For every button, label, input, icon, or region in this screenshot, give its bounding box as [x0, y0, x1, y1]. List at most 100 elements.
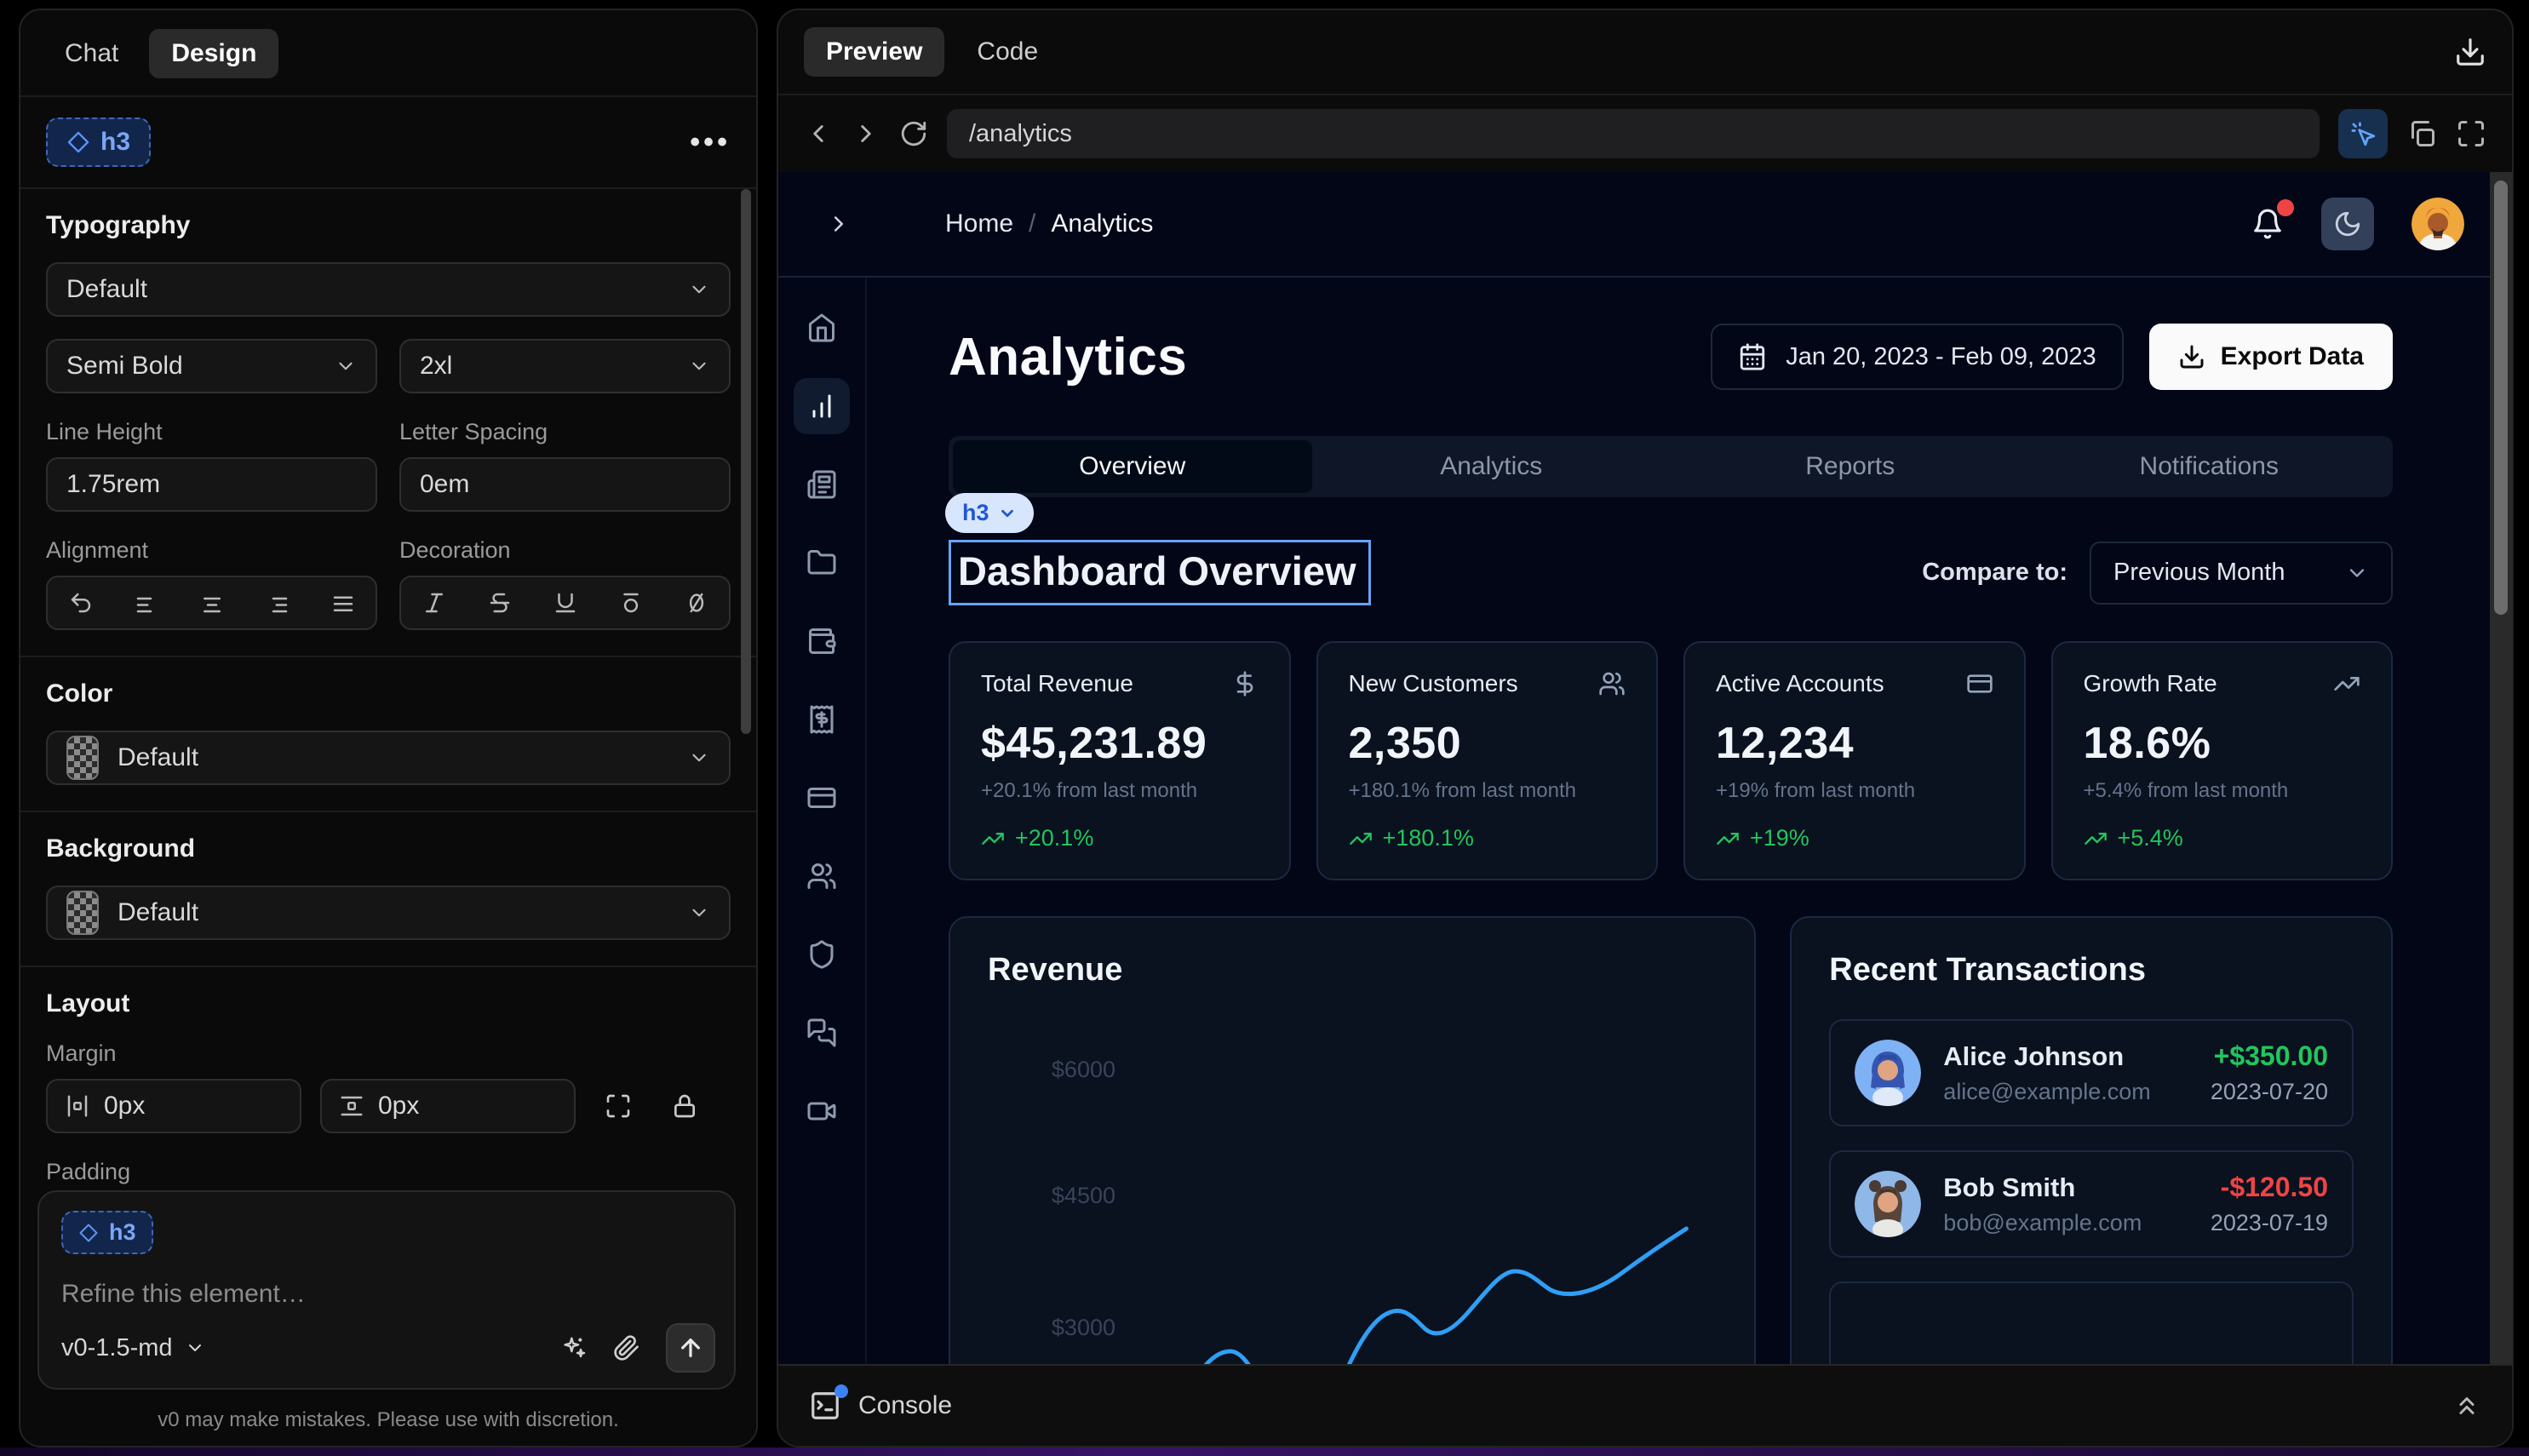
sidebar-home-icon[interactable]: [794, 300, 850, 356]
chevron-down-icon: [688, 747, 710, 769]
sparkles-icon[interactable]: [560, 1334, 588, 1361]
tab-analytics[interactable]: Analytics: [1312, 440, 1672, 493]
font-family-select[interactable]: Default: [46, 262, 731, 317]
more-options-icon[interactable]: •••: [690, 126, 731, 159]
send-button[interactable]: [666, 1323, 715, 1373]
disclaimer-text: v0 may make mistakes. Please use with di…: [20, 1408, 756, 1432]
chevron-down-icon: [2345, 561, 2369, 585]
preview-panel: Preview Code /analytics Home / Analytics: [777, 9, 2514, 1447]
sidebar-folder-icon[interactable]: [794, 535, 850, 591]
selected-element-badge[interactable]: h3: [46, 118, 151, 167]
left-panel-scrollbar[interactable]: [741, 189, 751, 734]
chevron-down-icon: [185, 1338, 205, 1358]
tab-notifications[interactable]: Notifications: [2030, 440, 2389, 493]
italic-icon[interactable]: [407, 577, 462, 628]
margin-vertical-icon: [339, 1093, 364, 1119]
app-content: Analytics Jan 20, 2023 - Feb 09, 2023 Ex…: [867, 278, 2512, 1446]
inspect-cursor-icon[interactable]: [2338, 109, 2388, 158]
margin-horizontal-icon: [65, 1093, 90, 1119]
trending-up-icon: [2084, 827, 2108, 851]
page-title: Analytics: [949, 327, 1187, 387]
paperclip-icon[interactable]: [613, 1334, 640, 1361]
panel-mode-tabs: Chat Design: [20, 10, 756, 97]
overline-icon[interactable]: [604, 577, 658, 628]
transaction-date: 2023-07-19: [2211, 1210, 2328, 1236]
align-justify-icon[interactable]: [316, 577, 370, 628]
dollar-sign-icon: [1231, 670, 1259, 697]
align-left-icon[interactable]: [119, 577, 174, 628]
font-weight-select[interactable]: Semi Bold: [46, 339, 377, 393]
no-decoration-icon[interactable]: [669, 577, 724, 628]
selected-tag-chip[interactable]: h3: [945, 493, 1034, 533]
sidebar-expand-icon[interactable]: [826, 211, 852, 237]
line-height-input[interactable]: 1.75rem: [46, 457, 377, 512]
terminal-icon: [809, 1390, 841, 1422]
letter-spacing-input[interactable]: 0em: [399, 457, 731, 512]
compare-select[interactable]: Previous Month: [2090, 542, 2393, 605]
align-center-icon[interactable]: [185, 577, 239, 628]
sidebar-analytics-icon[interactable]: [794, 378, 850, 434]
font-size-select[interactable]: 2xl: [399, 339, 731, 393]
console-label: Console: [858, 1391, 952, 1420]
tab-chat[interactable]: Chat: [43, 29, 140, 78]
export-data-button[interactable]: Export Data: [2149, 324, 2393, 390]
color-select[interactable]: Default: [46, 731, 731, 785]
margin-y-input[interactable]: 0px: [320, 1079, 576, 1133]
sidebar-messages-icon[interactable]: [794, 1005, 850, 1061]
user-avatar[interactable]: [2411, 198, 2464, 250]
preview-scrollbar-track[interactable]: [2490, 172, 2512, 1364]
sidebar-wallet-icon[interactable]: [794, 613, 850, 669]
back-icon[interactable]: [804, 119, 833, 148]
tab-code[interactable]: Code: [955, 27, 1060, 77]
console-bar[interactable]: Console: [778, 1364, 2512, 1446]
date-range-picker[interactable]: Jan 20, 2023 - Feb 09, 2023: [1711, 324, 2123, 390]
margin-x-input[interactable]: 0px: [46, 1079, 301, 1133]
download-icon[interactable]: [2454, 36, 2486, 68]
breadcrumb-home[interactable]: Home: [945, 209, 1013, 238]
fullscreen-icon[interactable]: [2456, 118, 2486, 149]
expand-margin-icon[interactable]: [594, 1082, 642, 1130]
transaction-row[interactable]: Bob Smith bob@example.com -$120.50 2023-…: [1829, 1150, 2354, 1258]
transaction-amount: +$350.00: [2211, 1040, 2328, 1072]
transaction-row[interactable]: Alice Johnson alice@example.com +$350.00…: [1829, 1019, 2354, 1126]
notifications-bell-icon[interactable]: [2251, 208, 2284, 240]
chevrons-up-icon[interactable]: [2452, 1391, 2481, 1420]
align-right-icon[interactable]: [250, 577, 305, 628]
sidebar-receipt-icon[interactable]: [794, 691, 850, 748]
tab-design[interactable]: Design: [149, 29, 278, 78]
trending-up-icon: [981, 827, 1005, 851]
composer-input[interactable]: Refine this element…: [61, 1280, 712, 1309]
composer-element-badge[interactable]: h3: [61, 1211, 153, 1254]
forward-icon[interactable]: [852, 119, 880, 148]
sidebar-users-icon[interactable]: [794, 848, 850, 904]
sidebar-news-icon[interactable]: [794, 456, 850, 513]
lock-margin-icon[interactable]: [661, 1082, 708, 1130]
refresh-icon[interactable]: [899, 119, 928, 148]
undo-icon[interactable]: [54, 577, 108, 628]
url-input[interactable]: /analytics: [947, 109, 2320, 158]
alignment-group: [46, 576, 377, 630]
model-select[interactable]: v0-1.5-md: [61, 1334, 205, 1362]
tab-reports[interactable]: Reports: [1671, 440, 2030, 493]
background-select[interactable]: Default: [46, 886, 731, 940]
app-sidebar: [778, 278, 867, 1446]
underline-icon[interactable]: [538, 577, 593, 628]
sidebar-video-icon[interactable]: [794, 1083, 850, 1139]
tab-overview[interactable]: Overview: [953, 440, 1312, 493]
chevron-down-icon: [335, 355, 357, 377]
sidebar-credit-card-icon[interactable]: [794, 770, 850, 826]
duplicate-icon[interactable]: [2406, 118, 2437, 149]
app-preview: Home / Analytics: [778, 172, 2512, 1446]
background-swatch-icon: [66, 891, 99, 935]
preview-scrollbar-thumb[interactable]: [2494, 181, 2508, 615]
stat-card-active-accounts: Active Accounts 12,234 +19% from last mo…: [1683, 641, 2026, 880]
typography-section: Typography Default Semi Bold 2xl Line He…: [20, 189, 756, 657]
tab-preview[interactable]: Preview: [804, 27, 944, 77]
preview-mode-tabs: Preview Code: [778, 10, 2512, 95]
notification-dot: [2277, 199, 2294, 216]
theme-toggle-moon-icon[interactable]: [2321, 198, 2374, 250]
selection-outline[interactable]: Dashboard Overview: [949, 540, 1371, 605]
sidebar-shield-icon[interactable]: [794, 926, 850, 983]
transactions-title: Recent Transactions: [1829, 952, 2354, 989]
strikethrough-icon[interactable]: [473, 577, 527, 628]
